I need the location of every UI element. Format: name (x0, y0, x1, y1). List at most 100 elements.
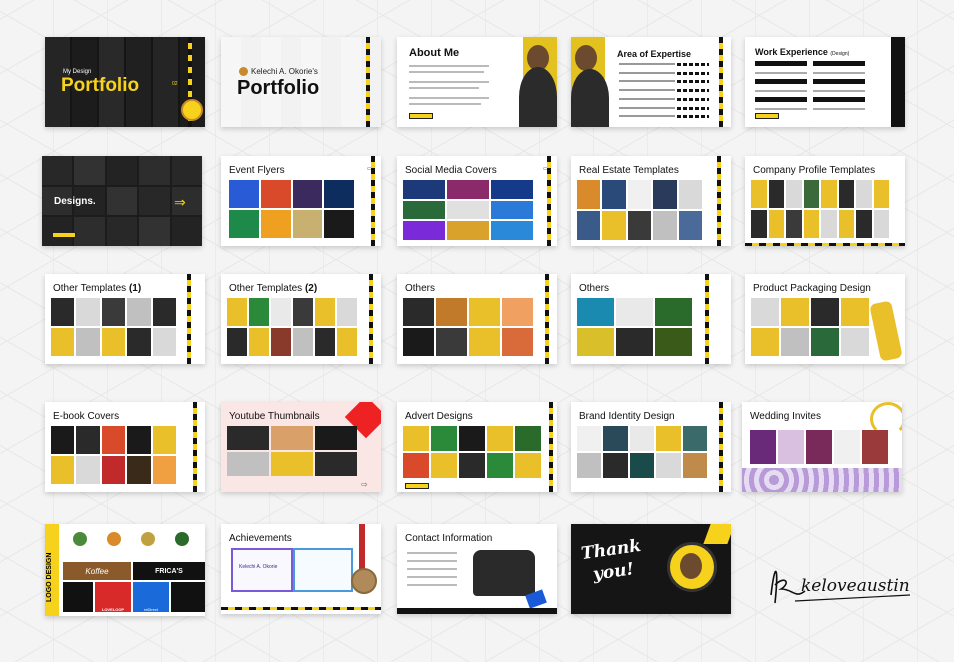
slide-advert-designs[interactable]: Advert Designs (397, 402, 557, 492)
arrow-right-icon: ⇒ (174, 194, 186, 210)
slide-achievements[interactable]: Achievements Kelechi A. Okorie (221, 524, 381, 614)
slide-about-me[interactable]: About Me (397, 37, 557, 127)
dash-border (719, 37, 723, 127)
slide-title: Product Packaging Design (753, 283, 871, 294)
logo-koffee: Koffee (63, 562, 131, 580)
slide-social-media-covers[interactable]: Social Media Covers ⇨ (397, 156, 557, 246)
slide-title: About Me (409, 47, 460, 59)
yellow-badge (409, 113, 433, 119)
certificate-name: Kelechi A. Okorie (239, 564, 278, 570)
cover-portfolio-word: Portfolio (61, 75, 140, 96)
dash-border (745, 243, 905, 246)
slide-product-packaging-design[interactable]: Product Packaging Design (745, 274, 905, 364)
dash-border (549, 402, 553, 492)
dash-border (366, 37, 370, 127)
avatar-face (680, 553, 702, 579)
dash-border (369, 274, 373, 364)
slide-work-experience[interactable]: Work Experience (Design) (745, 37, 905, 127)
avatar (239, 67, 248, 76)
slide-title: Brand Identity Design (579, 411, 675, 422)
logo-icon (141, 532, 155, 546)
medal-ribbon (359, 524, 365, 570)
slide-portfolio-cover[interactable]: My Design Portfolio 02 (45, 37, 205, 127)
footer-bar (397, 608, 557, 614)
slide-title: Real Estate Templates (579, 165, 679, 176)
side-bar (891, 37, 905, 127)
slide-title: Wedding Invites (750, 411, 821, 422)
slide-area-of-expertise[interactable]: Area of Expertise (571, 37, 731, 127)
dash-border (717, 156, 721, 246)
yellow-badge (405, 483, 429, 489)
slide-title: Event Flyers (229, 165, 285, 176)
slide-title: Other Templates (53, 283, 127, 294)
slide-portfolio-title[interactable]: Kelechi A. Okorie's Portfolio (221, 37, 381, 127)
accent-corner (703, 524, 731, 544)
slide-real-estate-templates[interactable]: Real Estate Templates (571, 156, 731, 246)
dash-border (193, 402, 197, 492)
yellow-badge (52, 232, 76, 238)
portrait-face (575, 45, 597, 71)
dash-border (705, 274, 709, 364)
logo-icon (73, 532, 87, 546)
telephone-icon (473, 550, 535, 596)
title-name: Kelechi A. Okorie's (251, 67, 318, 76)
signature-text: keloveaustin (801, 576, 910, 596)
logo-redirect: reDirect (133, 582, 169, 612)
arrow-icon: ⇨ (361, 480, 368, 489)
thanks-line2: you! (591, 559, 636, 585)
logo-icon (107, 532, 121, 546)
dash-border (371, 156, 375, 246)
slide-others-2[interactable]: Others (571, 274, 731, 364)
slide-title-suffix: (Design) (830, 51, 850, 57)
slide-title: Company Profile Templates (753, 165, 876, 176)
slide-title: Designs. (54, 196, 96, 207)
slide-event-flyers[interactable]: Event Flyers ⇨ (221, 156, 381, 246)
slide-company-profile-templates[interactable]: Company Profile Templates (745, 156, 905, 246)
slide-wedding-invites[interactable]: Wedding Invites (742, 402, 902, 492)
slide-logo-design[interactable]: LOGO DESIGN Koffee FRICA'S LOVELOOP reDi… (45, 524, 205, 616)
lavender-flowers (742, 468, 902, 492)
dash-border (547, 156, 551, 246)
slide-brand-identity-design[interactable]: Brand Identity Design (571, 402, 731, 492)
dash-border (719, 402, 723, 492)
medal-icon (351, 568, 377, 594)
signature: keloveaustin (770, 570, 911, 604)
slide-title: E-book Covers (53, 411, 120, 422)
title-portfolio-word: Portfolio (237, 77, 320, 99)
slide-ebook-covers[interactable]: E-book Covers (45, 402, 205, 492)
avatar (181, 99, 203, 121)
slide-title-number: (2) (304, 283, 318, 294)
avatar (667, 542, 717, 592)
logo-design-vertical: LOGO DESIGN (46, 552, 53, 602)
slide-youtube-thumbnails[interactable]: Youtube Thumbnails ⇨ (221, 402, 381, 492)
packaging-bottle (869, 300, 903, 362)
portrait-body (571, 69, 609, 127)
certificate: Kelechi A. Okorie (231, 548, 293, 592)
thanks-line1: Thank (579, 535, 643, 565)
slide-thank-you[interactable]: Thank you! (571, 524, 731, 614)
slide-contact-information[interactable]: Contact Information (397, 524, 557, 614)
slide-designs[interactable]: Designs. ⇒ (42, 156, 202, 246)
slide-title: Social Media Covers (405, 165, 497, 176)
dash-border (187, 274, 191, 364)
logo-tile (63, 582, 93, 612)
slide-title: Advert Designs (405, 411, 473, 422)
portrait-body (519, 67, 557, 127)
logo-fricas: FRICA'S (133, 562, 205, 580)
slide-other-templates-1[interactable]: Other Templates (1) (45, 274, 205, 364)
logo-tile (171, 582, 205, 612)
logo-icon (175, 532, 189, 546)
slide-title: Youtube Thumbnails (229, 411, 320, 422)
logo-loveloop: LOVELOOP (95, 582, 131, 612)
slide-title: Achievements (229, 533, 292, 544)
slide-others-1[interactable]: Others (397, 274, 557, 364)
slide-title: Work Experience (755, 47, 828, 57)
slide-title: Contact Information (405, 533, 493, 544)
slide-title: Area of Expertise (617, 49, 692, 59)
slide-title: Other Templates (229, 283, 303, 294)
cover-badge: 02 (172, 81, 178, 87)
slide-title-number: (1) (128, 283, 142, 294)
slide-other-templates-2[interactable]: Other Templates (2) (221, 274, 381, 364)
certificate (293, 548, 353, 592)
dash-border (221, 607, 381, 610)
